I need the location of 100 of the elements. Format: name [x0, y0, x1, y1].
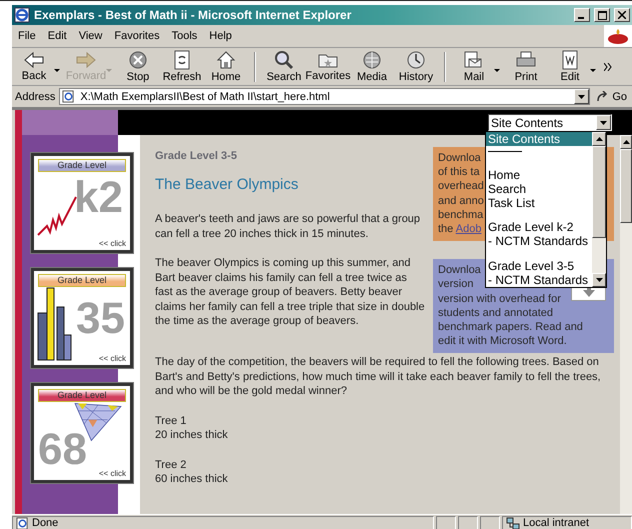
panel-text: version	[438, 277, 474, 292]
arrow-right-icon	[75, 51, 97, 69]
dropdown-option[interactable]: Task List	[486, 196, 592, 210]
toolbar-button[interactable]: Stop	[116, 48, 160, 84]
dropdown-option[interactable]: Search	[486, 182, 592, 196]
menu-item[interactable]: View	[72, 30, 108, 42]
click-link[interactable]: << click	[98, 469, 126, 478]
maximize-icon	[598, 10, 606, 20]
grade-level-card[interactable]: Grade Level 68 << click	[31, 383, 133, 483]
caret-icon	[596, 278, 602, 282]
dropdown-button[interactable]	[574, 89, 590, 104]
search-icon	[274, 50, 294, 70]
toolbar-button[interactable]: Search	[262, 48, 306, 84]
panel-text: students and annotated	[438, 306, 553, 320]
tree-size: 20 inches thick	[155, 428, 228, 443]
page-icon	[62, 90, 76, 103]
tree-name: Tree 1	[155, 414, 188, 428]
menu-item[interactable]: Tools	[166, 30, 204, 42]
story-paragraph: A beaver's teeth and jaws are so powerful that a group can fell a tree 20 inches thick in 15 minutes.	[155, 212, 422, 241]
caret-up-icon	[622, 140, 630, 144]
story-paragraph: The beaver Olympics is coming up this summer, and Bart beaver claims his family can fell a tree twice as fast as the average group of beavers. Betty beaver claims her family can fell a tree triple that size in double the time as the average group of beavers.	[155, 256, 425, 328]
panel-text: and anno	[438, 194, 484, 208]
site-contents-select[interactable]: Site Contents	[488, 114, 612, 131]
zone-text: Local intranet	[523, 517, 590, 529]
panel-text: benchma	[438, 208, 484, 222]
status-pane	[458, 516, 478, 529]
menu-item[interactable]: File	[12, 30, 42, 42]
caret-icon	[600, 120, 607, 124]
grade-digits: k2	[74, 176, 123, 220]
menu-item[interactable]: Edit	[42, 30, 73, 42]
panel-text: edit it with Microsoft Word.	[438, 334, 567, 348]
grade-digits: 35	[76, 297, 125, 341]
scrollbar-thumb[interactable]	[592, 146, 606, 238]
panel-text: Downloa	[438, 263, 481, 278]
zigzag-line-drawing	[37, 196, 77, 236]
grade-heading: Grade Level 3-5	[155, 149, 237, 164]
panel-text: version with overhead for	[438, 292, 561, 306]
toolbar-button[interactable]: Favorites	[306, 48, 350, 84]
caret-up-icon	[596, 137, 602, 141]
dropdown-option[interactable]: Grade Level k-2	[486, 220, 592, 234]
toolbar-button[interactable]: Print	[504, 48, 548, 84]
toolbar-button[interactable]: Back	[12, 48, 56, 84]
dropdown-option[interactable]: Grade Level 3-5	[486, 259, 592, 273]
click-link[interactable]: << click	[98, 354, 126, 363]
scroll-up-button[interactable]	[620, 135, 632, 149]
media-icon	[362, 50, 382, 70]
story-paragraph: The day of the competition, the beavers will be required to fell the following trees. Based on Bart's and Betty's predictions, how much time will it take each beaver family to fell the trees, and who will be the gold medal winner?	[155, 355, 602, 399]
status-pane	[436, 516, 456, 529]
document-icon	[561, 50, 579, 70]
tree-size: 60 inches thick	[155, 472, 228, 487]
maximize-button[interactable]	[594, 8, 610, 22]
status-text: Done	[32, 517, 58, 529]
page-title: The Beaver Olympics	[155, 178, 298, 192]
menu-item[interactable]: Help	[203, 30, 238, 42]
window-title: Exemplars - Best of Math ii - Microsoft Internet Explorer	[34, 8, 352, 22]
chevron-icon[interactable]	[604, 62, 612, 70]
card-label: Grade Level	[38, 274, 126, 287]
panel-text: Downloa	[438, 151, 481, 166]
network-icon	[506, 516, 520, 529]
stop-icon	[128, 50, 148, 70]
toolbar-button[interactable]: Refresh	[160, 48, 204, 84]
close-icon	[618, 11, 626, 19]
throbber-logo-icon	[604, 25, 632, 47]
scrollbar-thumb[interactable]	[620, 149, 632, 223]
panel-text: the Adob	[438, 222, 482, 236]
panel-text: benchmark papers. Read and	[438, 320, 583, 334]
page-icon	[16, 516, 29, 529]
panel-text: of this ta	[438, 165, 480, 180]
toolbar-button[interactable]: History	[394, 48, 438, 84]
scroll-down-button[interactable]	[592, 273, 606, 287]
close-button[interactable]	[614, 8, 630, 22]
minimize-button[interactable]	[574, 8, 590, 22]
toolbar-button[interactable]: Home	[204, 48, 248, 84]
dropdown-option[interactable]: Site Contents	[486, 132, 592, 146]
grade-level-card[interactable]: Grade Level 35 << click	[31, 268, 133, 368]
refresh-icon	[173, 50, 191, 70]
caret-icon	[578, 94, 586, 98]
scroll-up-button[interactable]	[592, 132, 606, 146]
browser-logo-icon	[14, 7, 30, 23]
grade-level-card[interactable]: Grade Level k2 << click	[31, 153, 133, 253]
panel-text: overhead	[438, 179, 484, 194]
arrow-left-icon	[23, 51, 45, 69]
go-button[interactable]: Go	[594, 90, 629, 102]
dropdown-option[interactable]: - NCTM Standards	[486, 273, 592, 287]
status-pane	[480, 516, 500, 529]
dropdown-option[interactable]: - NCTM Standards	[486, 234, 592, 248]
menu-item[interactable]: Favorites	[108, 30, 166, 42]
address-label: Address	[15, 90, 56, 102]
toolbar-button[interactable]: Edit	[548, 48, 592, 84]
card-label: Grade Level	[38, 389, 126, 402]
grade-digits: 68	[38, 428, 87, 472]
toolbar-button[interactable]: Mail	[452, 48, 496, 84]
click-link[interactable]: << click	[98, 239, 126, 248]
card-label: Grade Level	[38, 159, 126, 172]
history-clock-icon	[406, 50, 426, 70]
tree-name: Tree 2	[155, 458, 188, 472]
address-field[interactable]: X:\Math ExemplarsII\Best of Math II\start_here.html	[59, 88, 590, 105]
toolbar-button[interactable]: Media	[350, 48, 394, 84]
home-icon	[216, 50, 236, 70]
dropdown-option[interactable]: Home	[486, 168, 592, 182]
